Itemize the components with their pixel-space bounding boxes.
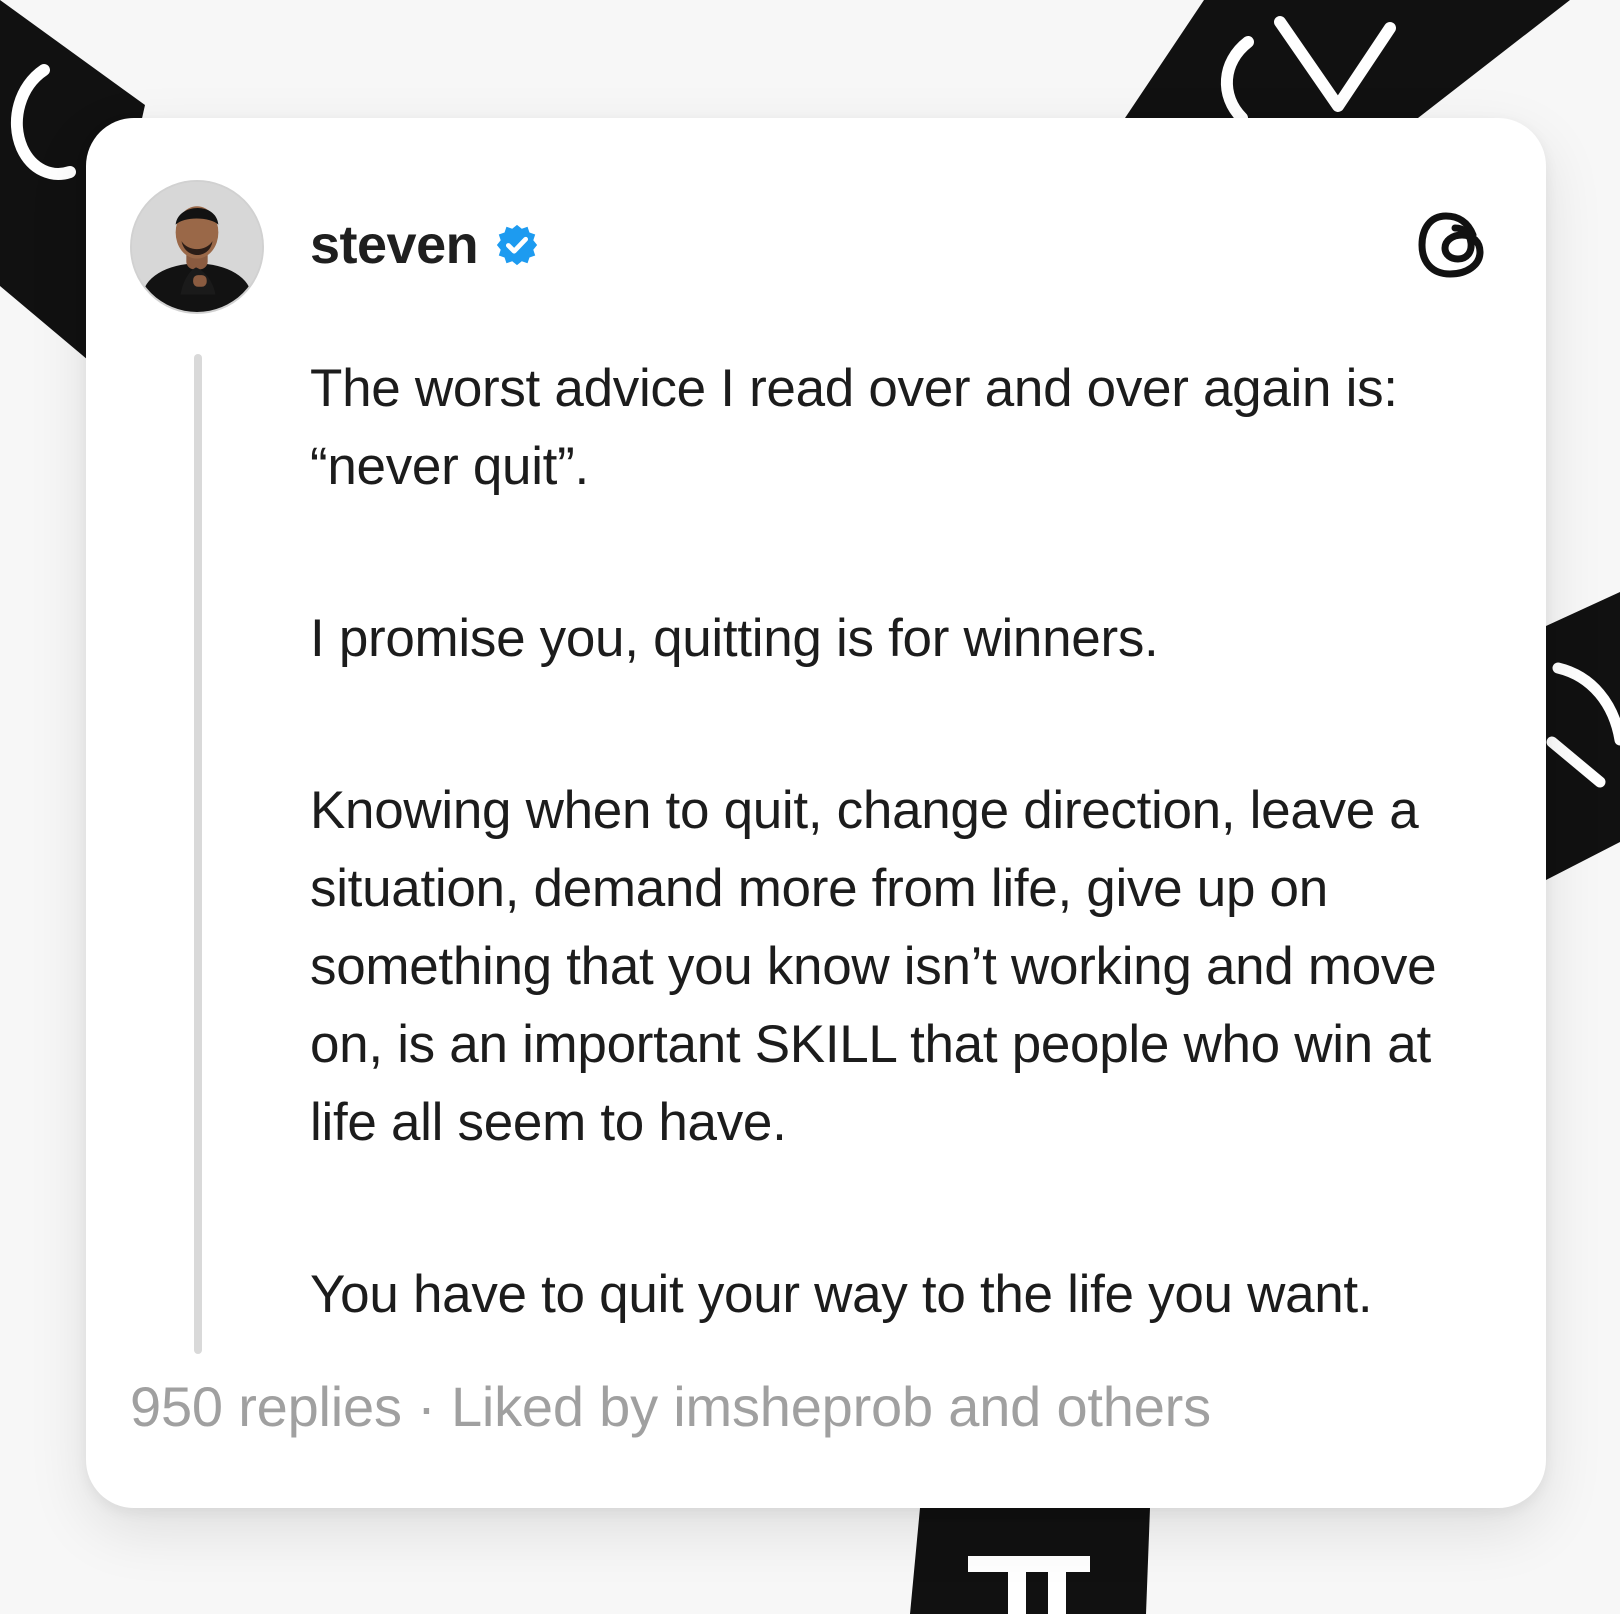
- post-paragraph-1: The worst advice I read over and over ag…: [310, 359, 1398, 496]
- threads-logo-icon[interactable]: [1412, 204, 1494, 286]
- meta-separator: ·: [401, 1375, 451, 1438]
- top-right-black-ribbon: [1125, 0, 1570, 124]
- username[interactable]: steven: [310, 218, 479, 272]
- screenshot-stage: steven The worst advice I read over and …: [0, 0, 1620, 1614]
- right-black-ribbon: [1546, 592, 1620, 880]
- post-paragraph-2: I promise you, quitting is for winners.: [310, 609, 1159, 668]
- threads-post-card: steven The worst advice I read over and …: [86, 118, 1546, 1508]
- thread-connector-line: [194, 354, 202, 1354]
- post-paragraph-4: You have to quit your way to the life yo…: [310, 1265, 1373, 1324]
- verified-badge-icon: [496, 224, 538, 266]
- bottom-center-black-ribbon: [910, 1508, 1150, 1614]
- liked-by-link[interactable]: Liked by imsheprob and others: [451, 1375, 1211, 1438]
- post-paragraph-3: Knowing when to quit, change direction, …: [310, 781, 1437, 1152]
- post-text-content: The worst advice I read over and over ag…: [310, 350, 1500, 1334]
- avatar-portrait-image: [132, 182, 262, 312]
- profile-avatar[interactable]: [130, 180, 264, 314]
- post-header: steven: [310, 210, 540, 280]
- replies-count-link[interactable]: 950 replies: [130, 1375, 402, 1438]
- post-engagement-meta: 950 replies · Liked by imsheprob and oth…: [130, 1374, 1490, 1439]
